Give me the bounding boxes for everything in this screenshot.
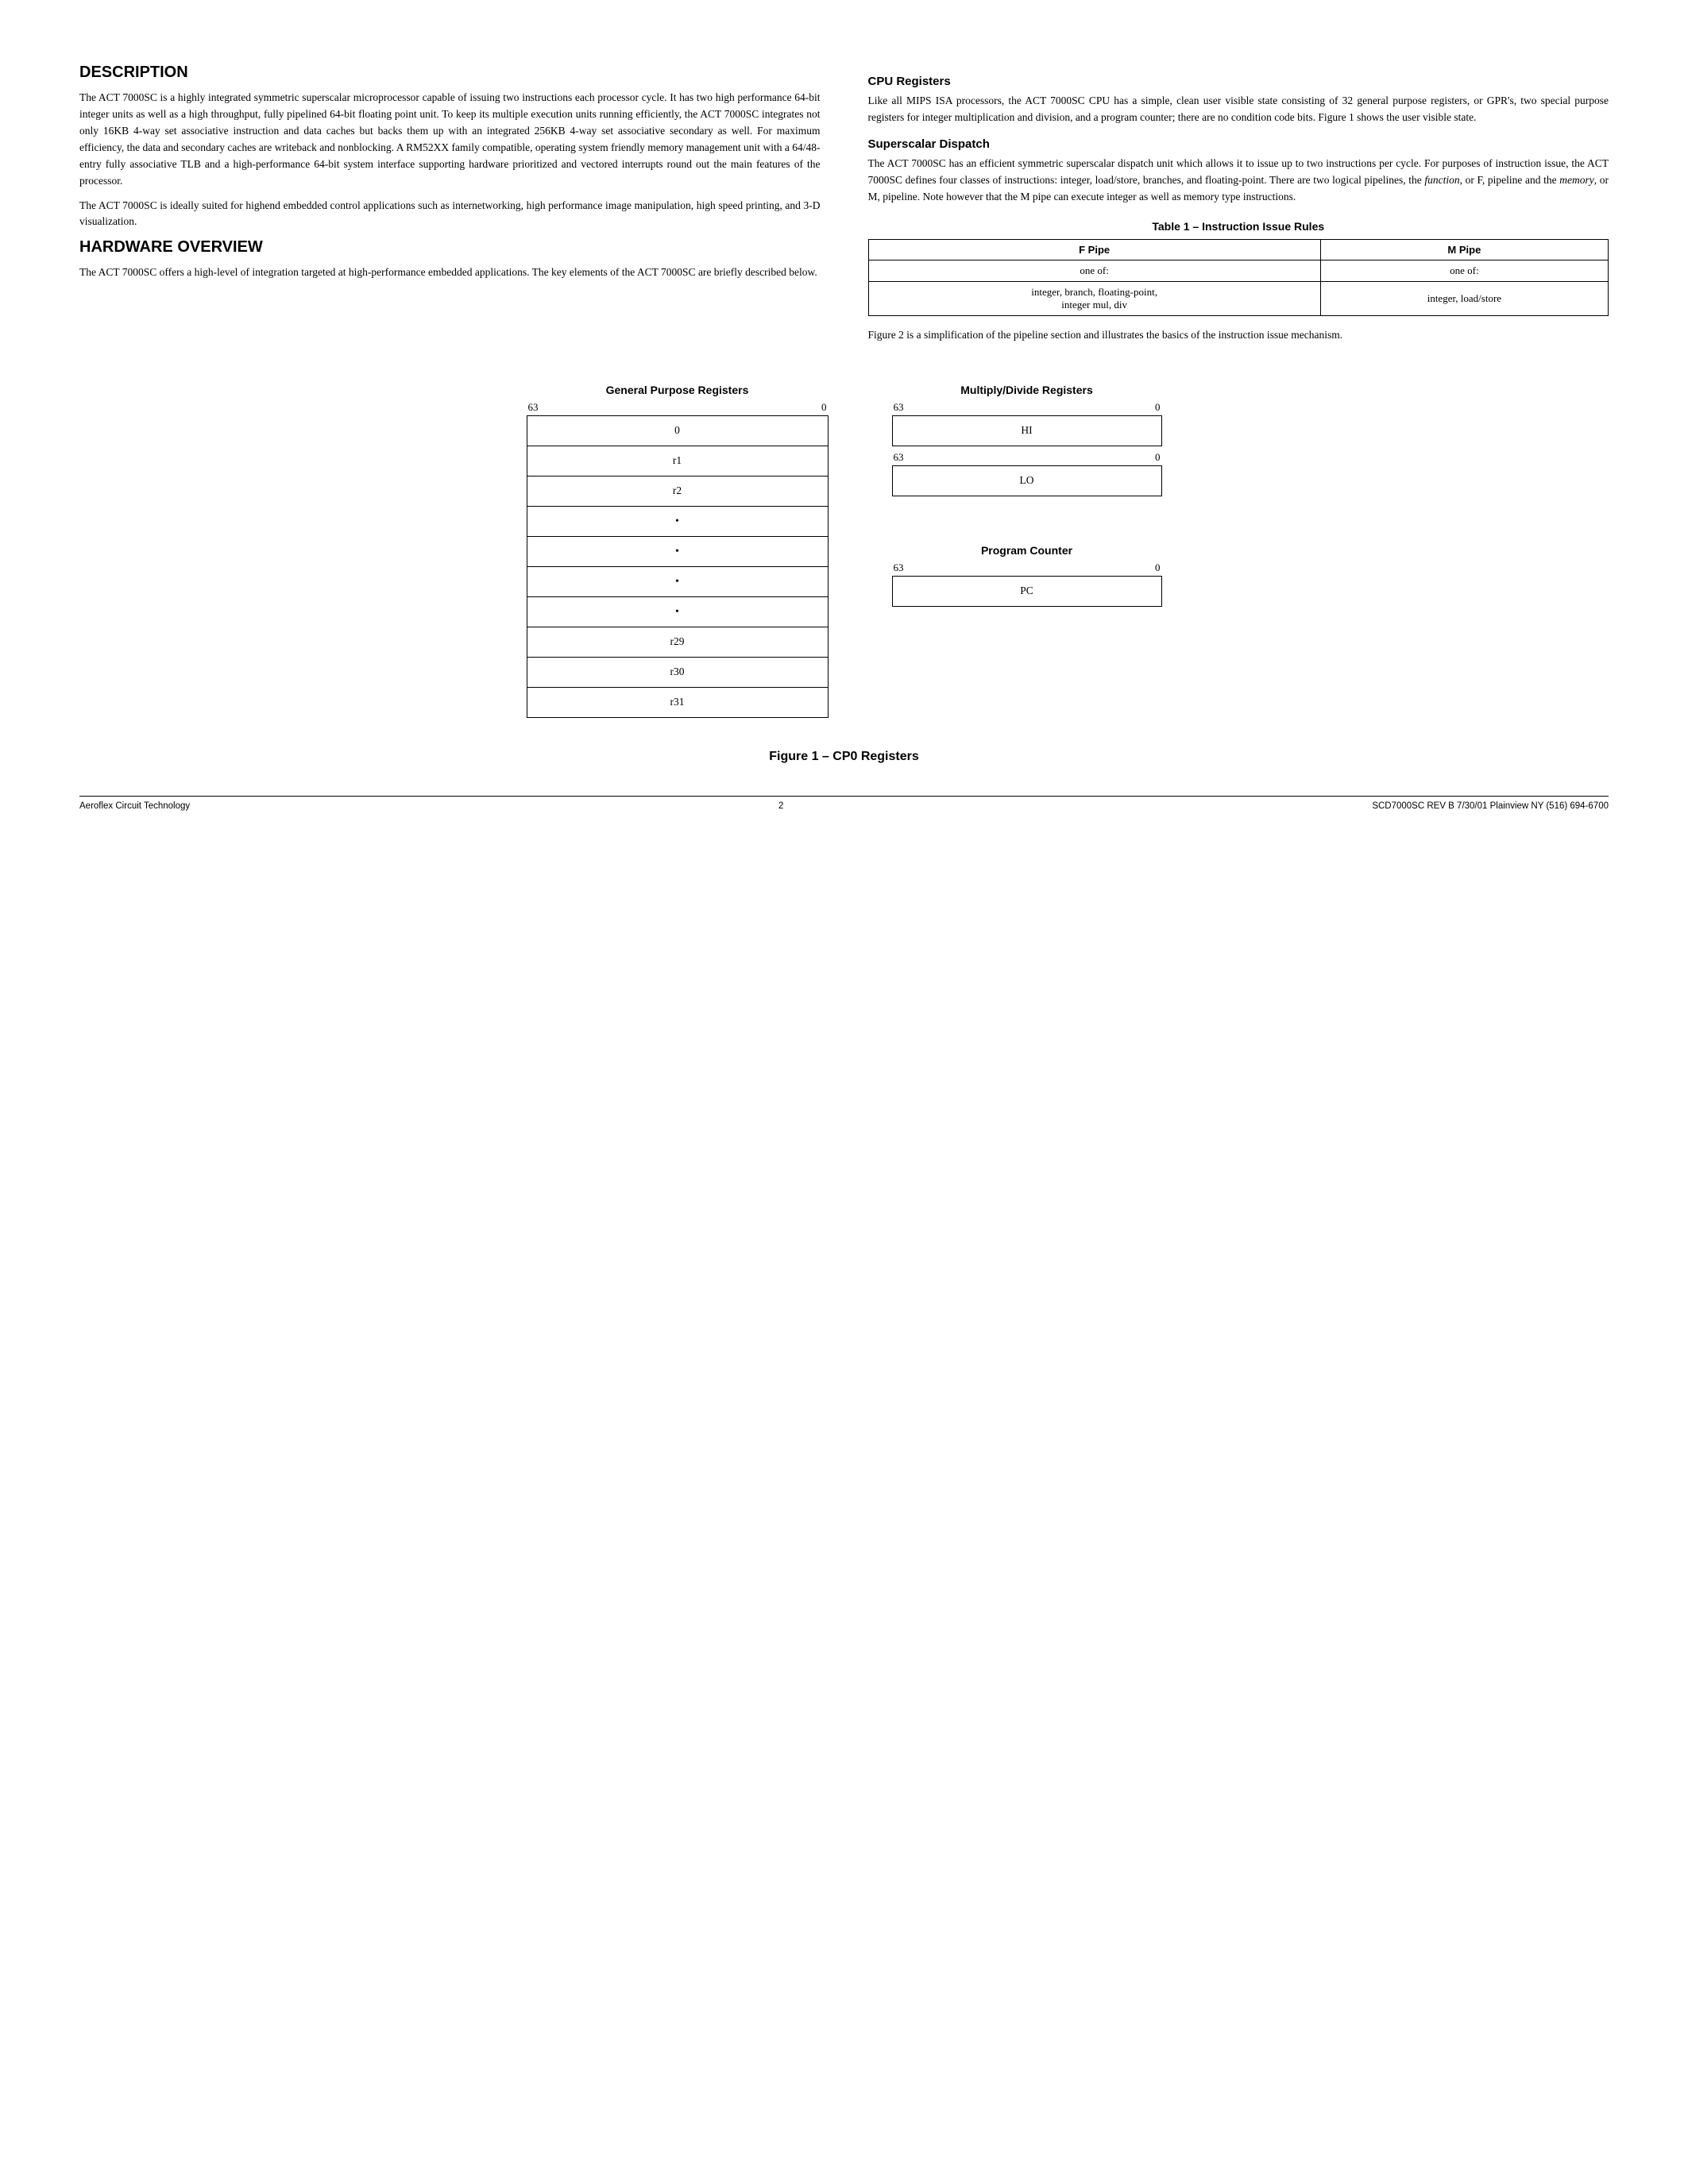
left-column: DESCRIPTION The ACT 7000SC is a highly i… (79, 64, 821, 344)
gpr-bit-labels: 63 0 (527, 401, 829, 414)
table-row: r2 (527, 476, 828, 506)
gpr-row-r2: r2 (527, 476, 828, 506)
description-title: DESCRIPTION (79, 64, 821, 82)
gpr-bit-high: 63 (528, 401, 539, 414)
program-counter-title: Program Counter (981, 544, 1072, 557)
table-row: PC (892, 576, 1161, 606)
cpu-registers-para-1: Like all MIPS ISA processors, the ACT 70… (868, 93, 1609, 126)
footer: Aeroflex Circuit Technology 2 SCD7000SC … (79, 796, 1609, 811)
footer-left: Aeroflex Circuit Technology (79, 801, 190, 811)
page-container: DESCRIPTION The ACT 7000SC is a highly i… (79, 64, 1609, 811)
table-row: one of: one of: (868, 260, 1609, 281)
cpu-registers-title: CPU Registers (868, 75, 1609, 88)
table-header-fpipe: F Pipe (868, 239, 1320, 260)
figure-main-caption: Figure 1 – CP0 Registers (79, 750, 1609, 764)
figure2-caption-text: Figure 2 is a simplification of the pipe… (868, 327, 1609, 344)
table-title: Table 1 – Instruction Issue Rules (868, 220, 1609, 233)
table-row: • (527, 506, 828, 536)
table-row: r1 (527, 446, 828, 476)
table-cell-mpipe-row2: integer, load/store (1320, 281, 1608, 315)
gpr-row-0: 0 (527, 415, 828, 446)
table-row: • (527, 536, 828, 566)
gpr-row-dot3: • (527, 566, 828, 596)
gpr-bit-low: 0 (821, 401, 827, 414)
lo-bit-labels: 63 0 (892, 451, 1162, 464)
gpr-row-r30: r30 (527, 657, 828, 687)
gpr-row-dot2: • (527, 536, 828, 566)
hi-bit-high: 63 (894, 401, 904, 414)
gpr-row-r31: r31 (527, 687, 828, 717)
description-para-2: The ACT 7000SC is ideally suited for hig… (79, 198, 821, 231)
two-column-layout: DESCRIPTION The ACT 7000SC is a highly i… (79, 64, 1609, 344)
gpr-row-r29: r29 (527, 627, 828, 657)
hi-register: HI (892, 415, 1161, 446)
gpr-row-dot1: • (527, 506, 828, 536)
pc-register: PC (892, 576, 1161, 606)
superscalar-dispatch-para-1: The ACT 7000SC has an efficient symmetri… (868, 156, 1609, 206)
lo-bit-low: 0 (1155, 451, 1161, 464)
gpr-diagram-group: General Purpose Registers 63 0 0 r1 r2 •… (527, 384, 829, 718)
description-para-1: The ACT 7000SC is a highly integrated sy… (79, 90, 821, 190)
pc-table: PC (892, 576, 1162, 607)
superscalar-dispatch-title: Superscalar Dispatch (868, 137, 1609, 151)
gpr-row-dot4: • (527, 596, 828, 627)
pc-bit-high: 63 (894, 561, 904, 574)
multiply-divide-diagram: Multiply/Divide Registers 63 0 HI 63 0 (892, 384, 1162, 496)
right-diagrams: Multiply/Divide Registers 63 0 HI 63 0 (892, 384, 1162, 623)
table-row: r30 (527, 657, 828, 687)
table-cell-fpipe-row1: one of: (868, 260, 1320, 281)
program-counter-diagram: Program Counter 63 0 PC (892, 544, 1162, 607)
footer-page-number: 2 (190, 801, 1372, 811)
gpr-title: General Purpose Registers (606, 384, 749, 396)
lo-register: LO (892, 465, 1161, 496)
right-column: CPU Registers Like all MIPS ISA processo… (868, 64, 1609, 344)
table-cell-fpipe-row2: integer, branch, floating-point,integer … (868, 281, 1320, 315)
hi-bit-low: 0 (1155, 401, 1161, 414)
instruction-issue-table: F Pipe M Pipe one of: one of: integer, b… (868, 239, 1609, 316)
table-row: HI (892, 415, 1161, 446)
gpr-row-r1: r1 (527, 446, 828, 476)
pc-bit-labels: 63 0 (892, 561, 1162, 574)
table-row: LO (892, 465, 1161, 496)
table-row: 0 (527, 415, 828, 446)
table-row: • (527, 566, 828, 596)
lo-table: LO (892, 465, 1162, 496)
table-row: r31 (527, 687, 828, 717)
table-row: integer, branch, floating-point,integer … (868, 281, 1609, 315)
multiply-divide-title: Multiply/Divide Registers (960, 384, 1092, 396)
footer-right: SCD7000SC REV B 7/30/01 Plainview NY (51… (1372, 801, 1609, 811)
hi-bit-labels: 63 0 (892, 401, 1162, 414)
gpr-table: 0 r1 r2 • • • • r29 r30 r31 (527, 415, 829, 718)
diagrams-section: General Purpose Registers 63 0 0 r1 r2 •… (79, 384, 1609, 718)
table-row: • (527, 596, 828, 627)
hardware-overview-title: HARDWARE OVERVIEW (79, 238, 821, 257)
table-cell-mpipe-row1: one of: (1320, 260, 1608, 281)
table-row: r29 (527, 627, 828, 657)
hi-table: HI (892, 415, 1162, 446)
lo-bit-high: 63 (894, 451, 904, 464)
table-header-mpipe: M Pipe (1320, 239, 1608, 260)
pc-bit-low: 0 (1155, 561, 1161, 574)
hardware-overview-para-1: The ACT 7000SC offers a high-level of in… (79, 264, 821, 281)
